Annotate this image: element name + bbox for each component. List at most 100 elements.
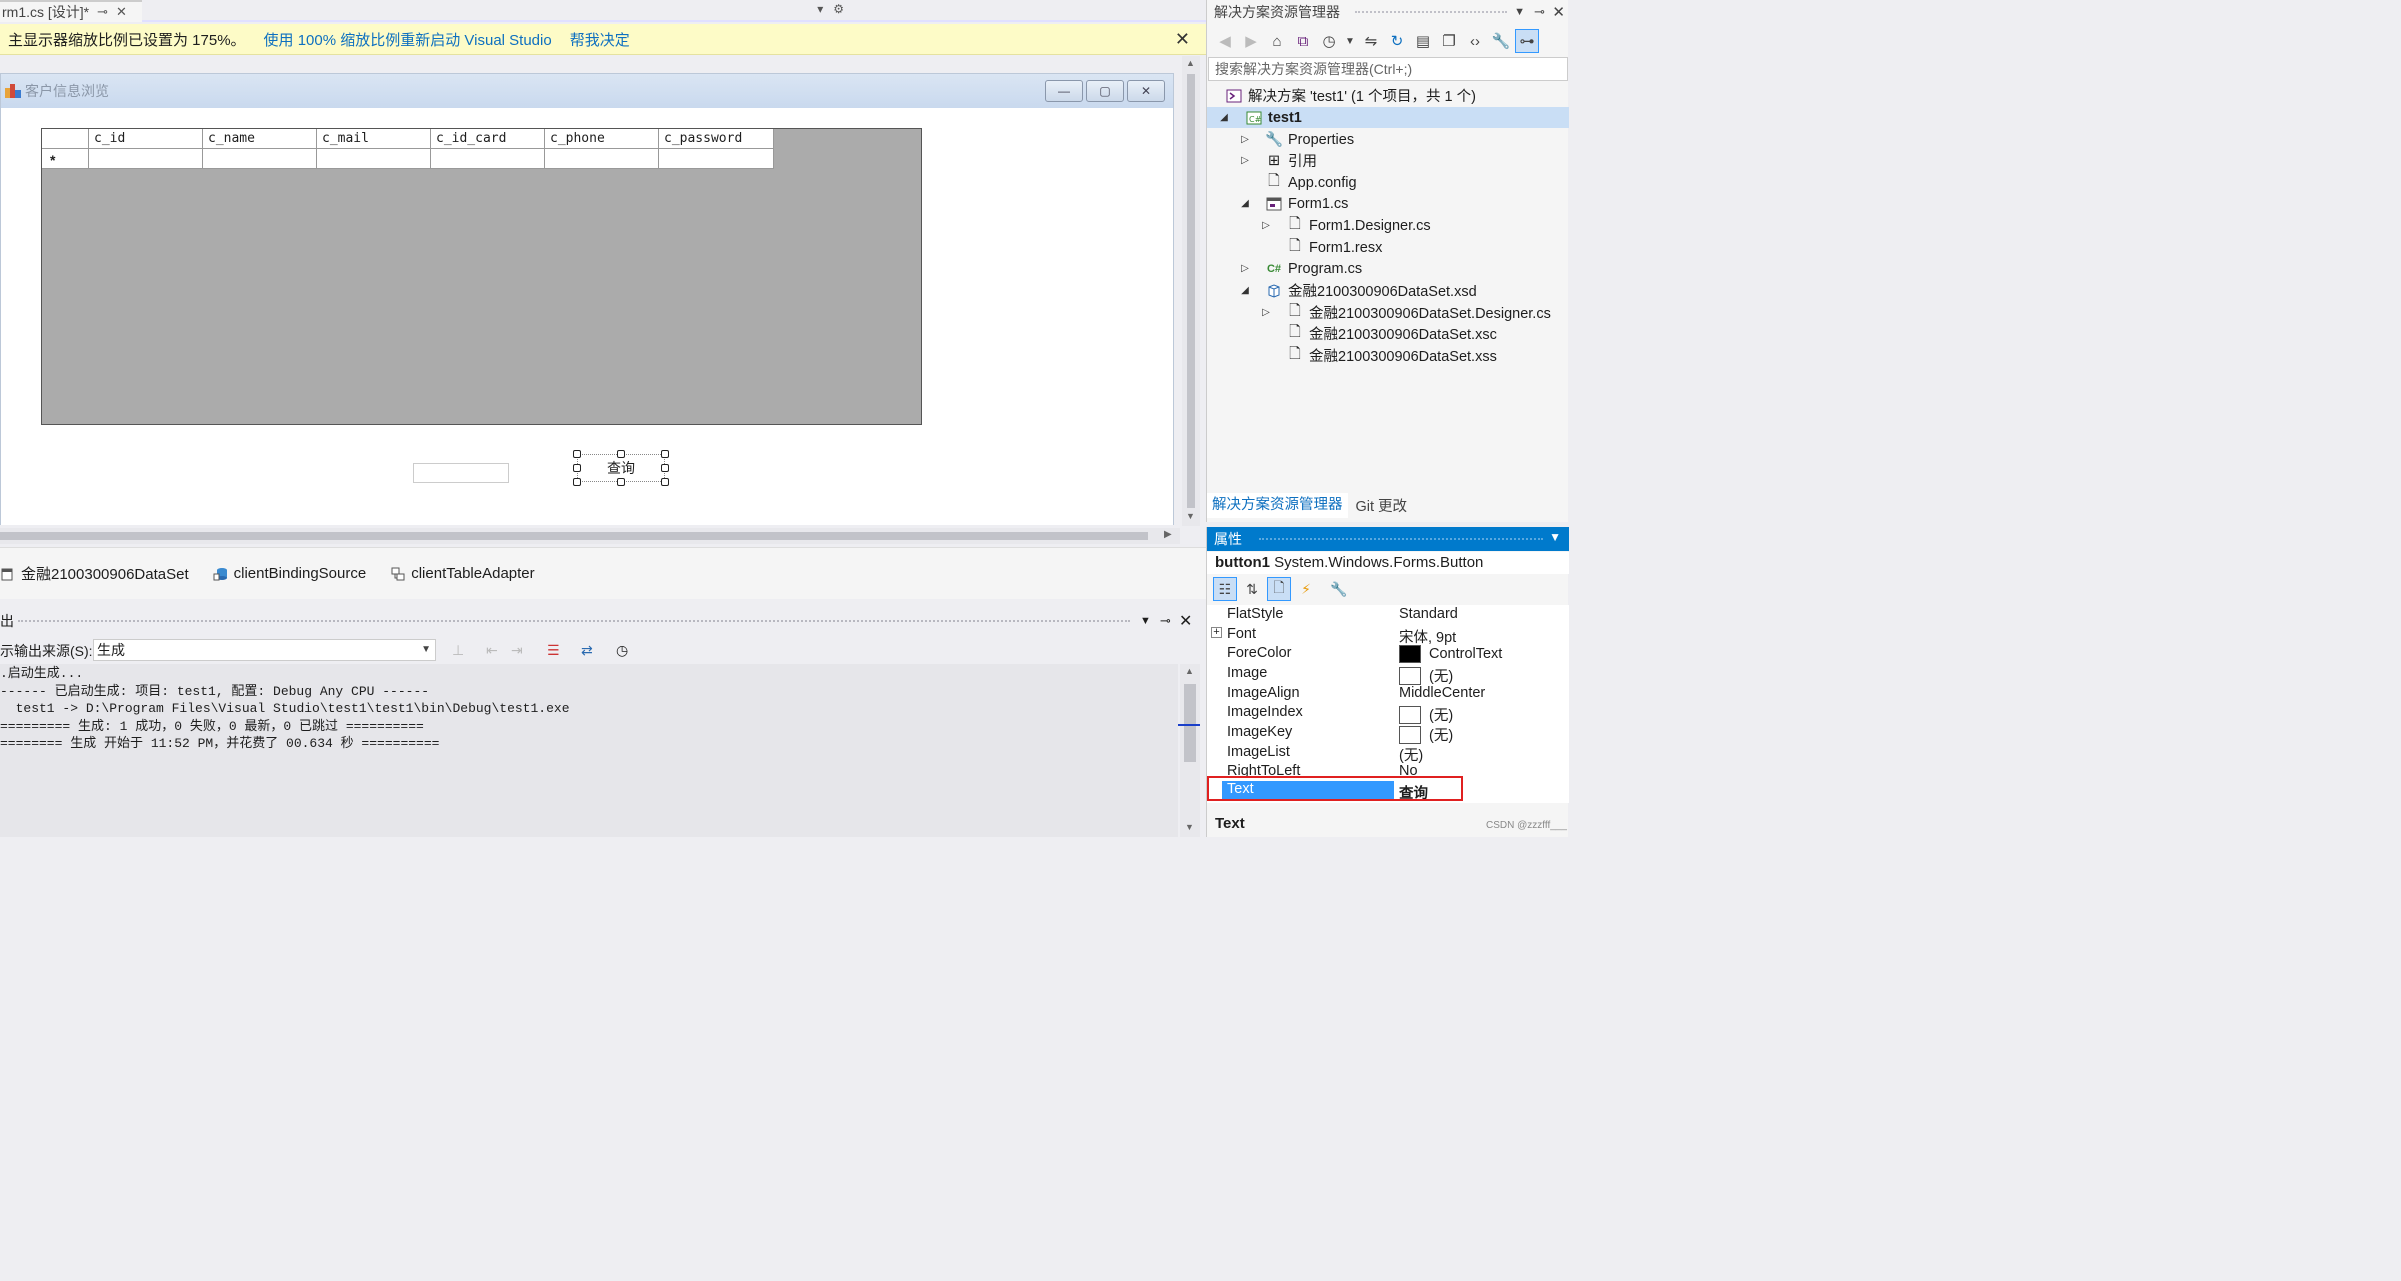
tab-overflow-dropdown-icon[interactable]: ▾ ⚙ — [817, 2, 844, 16]
refresh-icon[interactable]: ↻ — [1385, 29, 1409, 53]
property-value-wrap[interactable]: ControlText — [1399, 645, 1502, 663]
form-maximize-button[interactable]: ▢ — [1086, 80, 1124, 102]
property-value-wrap[interactable]: (无) — [1399, 704, 1453, 725]
clear-all-icon[interactable]: ☰ — [547, 642, 560, 659]
grid-cell[interactable] — [545, 149, 659, 169]
tree-item-properties[interactable]: ▷ 🔧 Properties — [1207, 129, 1354, 150]
tree-item-project-test1[interactable]: ◢ C# test1 — [1207, 107, 1569, 128]
property-row-font[interactable]: + Font 宋体, 9pt — [1207, 625, 1569, 646]
scroll-up-icon[interactable]: ▲ — [1185, 666, 1194, 676]
tree-item-dataset-xsc[interactable]: 🗋 金融2100300906DataSet.xsc — [1207, 323, 1497, 344]
form-minimize-button[interactable]: — — [1045, 80, 1083, 102]
tab-git-changes[interactable]: Git 更改 — [1348, 495, 1416, 518]
resize-handle[interactable] — [617, 478, 625, 486]
alphabetical-icon[interactable]: ⇅ — [1240, 577, 1264, 601]
grid-corner-header[interactable] — [42, 129, 89, 149]
tree-item-references[interactable]: ▷ ⊞ 引用 — [1207, 150, 1317, 171]
tree-item-dataset-designer[interactable]: ▷ 🗋 金融2100300906DataSet.Designer.cs — [1207, 302, 1551, 323]
panel-dropdown-icon[interactable]: ▼ — [1140, 615, 1151, 627]
column-header-c-password[interactable]: c_password — [659, 129, 774, 149]
previous-message-icon[interactable]: ⇤ — [486, 642, 498, 659]
expanded-icon[interactable]: ◢ — [1238, 198, 1252, 209]
tree-item-dataset-xsd[interactable]: ◢ 金融2100300906DataSet.xsd — [1207, 280, 1477, 301]
panel-dropdown-icon[interactable]: ▼ — [1549, 530, 1561, 544]
query-textbox[interactable] — [413, 463, 509, 483]
resize-handle[interactable] — [573, 464, 581, 472]
property-row-imageindex[interactable]: ImageIndex (无) — [1207, 703, 1569, 725]
query-button[interactable]: 查询 — [573, 450, 669, 486]
properties-view-icon[interactable]: 🗋 — [1267, 577, 1291, 601]
resize-handle[interactable] — [661, 478, 669, 486]
grid-cell[interactable] — [89, 149, 203, 169]
output-text-area[interactable]: .启动生成... ------ 已启动生成: 项目: test1, 配置: Deb… — [0, 664, 1178, 837]
expand-icon[interactable]: + — [1211, 627, 1222, 638]
resize-handle[interactable] — [617, 450, 625, 458]
back-icon[interactable]: ◀ — [1213, 29, 1237, 53]
grid-cell[interactable] — [203, 149, 317, 169]
title-grip[interactable] — [1259, 538, 1543, 540]
collapsed-icon[interactable]: ▷ — [1238, 134, 1252, 145]
close-tab-icon[interactable]: ✕ — [116, 4, 127, 20]
output-vertical-scrollbar[interactable]: ▲ ▼ — [1178, 664, 1200, 837]
home-icon[interactable]: ⌂ — [1265, 29, 1289, 53]
help-me-decide-link[interactable]: 帮我决定 — [570, 29, 630, 50]
close-panel-icon[interactable]: ✕ — [1552, 3, 1565, 21]
restart-at-100-link[interactable]: 使用 100% 缩放比例重新启动 Visual Studio — [264, 29, 552, 50]
column-header-c-id[interactable]: c_id — [89, 129, 203, 149]
title-grip[interactable] — [1355, 11, 1507, 13]
word-wrap-icon[interactable]: ⇄ — [581, 642, 593, 659]
next-message-icon[interactable]: ⇥ — [511, 642, 523, 659]
column-header-c-id-card[interactable]: c_id_card — [431, 129, 545, 149]
scroll-down-icon[interactable]: ▼ — [1185, 822, 1194, 832]
tree-item-form1-designer[interactable]: ▷ 🗋 Form1.Designer.cs — [1207, 215, 1431, 236]
chevron-down-icon[interactable]: ▼ — [1343, 29, 1357, 53]
timestamp-icon[interactable]: ◷ — [616, 642, 628, 659]
collapsed-icon[interactable]: ▷ — [1259, 307, 1273, 318]
collapsed-icon[interactable]: ▷ — [1238, 263, 1252, 274]
client-data-grid[interactable]: c_id c_name c_mail c_id_card c_phone c_p… — [41, 128, 922, 425]
property-row-forecolor[interactable]: ForeColor ControlText — [1207, 644, 1569, 664]
infobar-close-icon[interactable]: ✕ — [1175, 29, 1190, 50]
resize-handle[interactable] — [573, 478, 581, 486]
grid-cell[interactable] — [317, 149, 431, 169]
resize-handle[interactable] — [573, 450, 581, 458]
close-panel-icon[interactable]: ✕ — [1179, 611, 1192, 631]
properties-wrench-icon[interactable]: 🔧 — [1489, 29, 1513, 53]
title-grip[interactable] — [18, 620, 1130, 622]
property-value[interactable]: MiddleCenter — [1399, 685, 1485, 701]
pending-changes-filter-icon[interactable]: ◷ — [1317, 29, 1341, 53]
view-code-icon[interactable]: ‹› — [1463, 29, 1487, 53]
new-row-header[interactable]: * — [42, 149, 89, 169]
pin-icon[interactable]: ⊸ — [97, 4, 108, 20]
resize-handle[interactable] — [661, 464, 669, 472]
column-header-c-name[interactable]: c_name — [203, 129, 317, 149]
grid-cell[interactable] — [431, 149, 545, 169]
scroll-thumb[interactable] — [0, 532, 1148, 540]
property-row-imagealign[interactable]: ImageAlign MiddleCenter — [1207, 684, 1569, 704]
designer-vertical-scrollbar[interactable]: ▲ ▼ — [1182, 56, 1200, 526]
property-row-image[interactable]: Image (无) — [1207, 664, 1569, 685]
collapsed-icon[interactable]: ▷ — [1238, 155, 1252, 166]
property-object-selector[interactable]: button1 System.Windows.Forms.Button — [1207, 552, 1569, 574]
tree-item-form1-resx[interactable]: 🗋 Form1.resx — [1207, 237, 1382, 258]
show-all-files-icon[interactable]: ❐ — [1437, 29, 1461, 53]
pin-icon[interactable]: ⊸ — [1160, 613, 1171, 629]
events-icon[interactable]: ⚡ — [1294, 577, 1318, 601]
grid-cell[interactable] — [659, 149, 774, 169]
column-header-c-mail[interactable]: c_mail — [317, 129, 431, 149]
find-message-icon[interactable]: ⊥ — [452, 642, 464, 659]
property-row-imagelist[interactable]: ImageList (无) — [1207, 743, 1569, 764]
tree-item-program-cs[interactable]: ▷ C# Program.cs — [1207, 258, 1362, 279]
collapse-all-icon[interactable]: ▤ — [1411, 29, 1435, 53]
tab-solution-explorer[interactable]: 解决方案资源管理器 — [1207, 493, 1348, 518]
property-row-imagekey[interactable]: ImageKey (无) — [1207, 723, 1569, 744]
forward-icon[interactable]: ▶ — [1239, 29, 1263, 53]
scroll-right-icon[interactable]: ▶ — [1164, 529, 1172, 540]
resize-handle[interactable] — [661, 450, 669, 458]
column-header-c-phone[interactable]: c_phone — [545, 129, 659, 149]
panel-dropdown-icon[interactable]: ▼ — [1514, 6, 1525, 18]
switch-views-icon[interactable]: ⧉ — [1291, 29, 1315, 53]
tree-item-form1-cs[interactable]: ◢ Form1.cs — [1207, 193, 1348, 214]
property-row-flatstyle[interactable]: FlatStyle Standard — [1207, 605, 1569, 625]
tree-item-dataset-xss[interactable]: 🗋 金融2100300906DataSet.xss — [1207, 345, 1497, 366]
